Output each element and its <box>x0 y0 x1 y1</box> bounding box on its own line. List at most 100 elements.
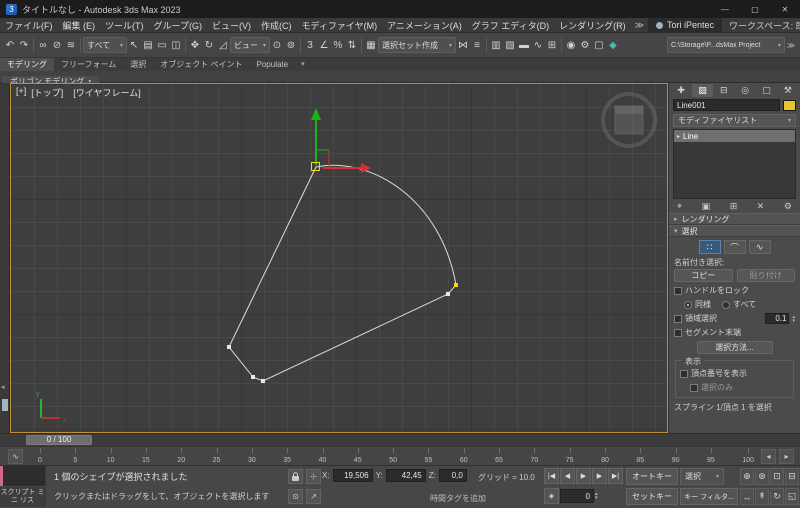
layer-explorer-icon[interactable]: ▧ <box>503 37 517 54</box>
bind-to-space-warp-icon[interactable]: ≋ <box>64 37 78 54</box>
snaps-toggle-icon[interactable]: 3 <box>303 37 317 54</box>
ribbon-tab[interactable]: モデリング <box>0 58 54 71</box>
scene-explorer-icon[interactable]: ▥ <box>489 37 503 54</box>
workspace-dropdown[interactable]: ワークスペース: 既定値 ▾ <box>722 19 800 32</box>
maximize-viewport-icon[interactable]: ◱ <box>785 488 799 505</box>
select-and-rotate-icon[interactable]: ↻ <box>202 37 216 54</box>
viewport-menu-general[interactable]: [+] <box>16 86 26 99</box>
select-by-button[interactable]: 選択方法... <box>696 341 773 354</box>
x-coordinate-field[interactable]: 19,506 <box>332 469 373 482</box>
select-object-icon[interactable]: ↖ <box>127 37 141 54</box>
paste-button[interactable]: 貼り付け <box>736 269 795 282</box>
angle-snap-icon[interactable]: ∠ <box>317 37 331 54</box>
track-bar[interactable]: ∿ 0 5 10 15 20 25 30 35 40 45 50 55 60 65 70 75 80 85 90 95… <box>0 446 800 466</box>
time-slider-handle[interactable]: 0 / 100 <box>26 435 92 445</box>
unlink-selection-icon[interactable]: ⊘ <box>50 37 64 54</box>
vertex-subobject-button[interactable]: ∷ <box>698 240 721 254</box>
spinner-icon[interactable]: ▴ ▾ <box>595 492 598 501</box>
mirror-icon[interactable]: ⋈ <box>456 37 470 54</box>
modify-tab[interactable]: ▨ <box>692 84 713 97</box>
maxscript-mini-listener[interactable] <box>0 466 46 486</box>
current-frame-field[interactable]: 0 <box>560 489 594 503</box>
selection-region-icon[interactable]: ▭ <box>155 37 169 54</box>
select-and-scale-icon[interactable]: ◿ <box>216 37 230 54</box>
menu-item[interactable]: 作成(C) <box>256 19 297 32</box>
orbit-icon[interactable]: ↻ <box>770 488 784 505</box>
menu-item[interactable]: ツール(T) <box>100 19 149 32</box>
menu-item[interactable]: モディファイヤ(M) <box>296 19 382 32</box>
render-icon[interactable]: ◆ <box>606 37 620 54</box>
maxscript-mini-listener-label[interactable]: スクリプト ミニ リス <box>0 487 46 507</box>
offset-mode-icon[interactable]: ↗ <box>306 489 321 504</box>
close-button[interactable]: ✕ <box>770 0 800 18</box>
schematic-view-icon[interactable]: ⊞ <box>545 37 559 54</box>
spline-vertex[interactable] <box>251 375 255 379</box>
lock-handles-checkbox[interactable] <box>674 286 682 295</box>
walkthrough-icon[interactable]: ↟ <box>755 488 769 505</box>
menu-item[interactable]: アニメーション(A) <box>382 19 467 32</box>
utilities-tab[interactable]: ⚒ <box>778 84 798 97</box>
material-editor-icon[interactable]: ◉ <box>564 37 578 54</box>
undo-icon[interactable]: ↶ <box>3 37 17 54</box>
maximize-button[interactable]: ▢ <box>740 0 770 18</box>
previous-frame-button[interactable]: ◀ <box>560 468 575 484</box>
go-to-start-button[interactable]: |◀ <box>544 468 559 484</box>
object-color-swatch[interactable] <box>783 99 796 111</box>
minimize-button[interactable]: — <box>710 0 740 18</box>
zoom-all-icon[interactable]: ⊛ <box>755 468 769 485</box>
create-tab[interactable]: ✚ <box>671 84 691 97</box>
use-pivot-center-icon[interactable]: ⊙ <box>270 37 284 54</box>
copy-button[interactable]: コピー <box>674 269 733 282</box>
auto-key-button[interactable]: オートキー <box>626 468 678 485</box>
play-button[interactable]: ▶ <box>576 468 591 484</box>
remove-modifier-icon[interactable]: ✕ <box>757 201 765 212</box>
redo-icon[interactable]: ↷ <box>17 37 31 54</box>
mini-curve-editor-button[interactable]: ∿ <box>8 449 23 464</box>
zoom-extents-icon[interactable]: ⊡ <box>770 468 784 485</box>
pin-stack-icon[interactable]: ⌖ <box>677 201 682 212</box>
viewport-menu-style[interactable]: [ワイヤフレーム] <box>73 86 140 99</box>
ribbon-tab[interactable]: Populate <box>250 58 296 71</box>
segment-end-checkbox[interactable] <box>674 328 682 337</box>
account-menu[interactable]: Tori iPentec <box>648 18 723 32</box>
window-crossing-icon[interactable]: ◫ <box>169 37 183 54</box>
alike-radio[interactable] <box>684 300 692 309</box>
edit-named-sets-icon[interactable]: ▦ <box>364 37 378 54</box>
rollout-selection[interactable]: ▾ 選択 <box>669 225 800 237</box>
menu-item[interactable]: ビュー(V) <box>207 19 256 32</box>
render-setup-icon[interactable]: ⚙ <box>578 37 592 54</box>
configure-modifier-sets-icon[interactable]: ⚙ <box>784 201 792 212</box>
zoom-icon[interactable]: ⊕ <box>740 468 754 485</box>
segment-subobject-button[interactable]: ⌒ <box>723 240 746 254</box>
selection-filter-dropdown[interactable]: すべて ▾ <box>83 37 127 53</box>
pan-icon[interactable]: ↔ <box>740 488 754 505</box>
strip-collapse-icon[interactable]: ◂ <box>1 383 5 391</box>
add-time-tag[interactable]: 時間タグを追加 <box>430 493 486 504</box>
key-mode-toggle[interactable]: ◈ <box>544 488 559 504</box>
selected-only-checkbox[interactable] <box>690 383 698 392</box>
top-viewport[interactable]: [+] [トップ] [ワイヤフレーム] x y <box>10 83 668 433</box>
z-coordinate-field[interactable]: 0,0 <box>438 469 467 482</box>
all-radio[interactable] <box>722 300 730 309</box>
project-folder-dropdown[interactable]: C:\Storage\P...dsMax Project ▾ <box>667 37 785 53</box>
key-filters-button[interactable]: キー フィルタ... <box>680 488 738 505</box>
go-to-end-button[interactable]: ▶| <box>608 468 623 484</box>
curve-editor-icon[interactable]: ∿ <box>531 37 545 54</box>
named-selection-sets-field[interactable]: 選択セット作成 ▾ <box>378 37 456 53</box>
viewport-layout-tab[interactable] <box>2 399 8 411</box>
ribbon-tab[interactable]: オブジェクト ペイント <box>153 58 249 71</box>
menu-item[interactable]: 編集 (E) <box>58 19 101 32</box>
spline-vertex[interactable] <box>261 379 265 383</box>
viewport-menu-pov[interactable]: [トップ] <box>31 86 63 99</box>
spline-vertex[interactable] <box>311 162 320 171</box>
spline-vertex[interactable] <box>227 345 231 349</box>
spline-vertex[interactable] <box>446 292 450 296</box>
select-and-link-icon[interactable]: ∞ <box>36 37 50 54</box>
y-coordinate-field[interactable]: 42,45 <box>385 469 426 482</box>
make-unique-icon[interactable]: ⊞ <box>730 201 738 212</box>
hierarchy-tab[interactable]: ⊟ <box>714 84 734 97</box>
spline-subobject-button[interactable]: ∿ <box>748 240 771 254</box>
next-key-button[interactable]: ▸ <box>779 449 794 464</box>
select-by-name-icon[interactable]: ▤ <box>141 37 155 54</box>
menu-item[interactable]: グラフ エディタ(D) <box>467 19 554 32</box>
